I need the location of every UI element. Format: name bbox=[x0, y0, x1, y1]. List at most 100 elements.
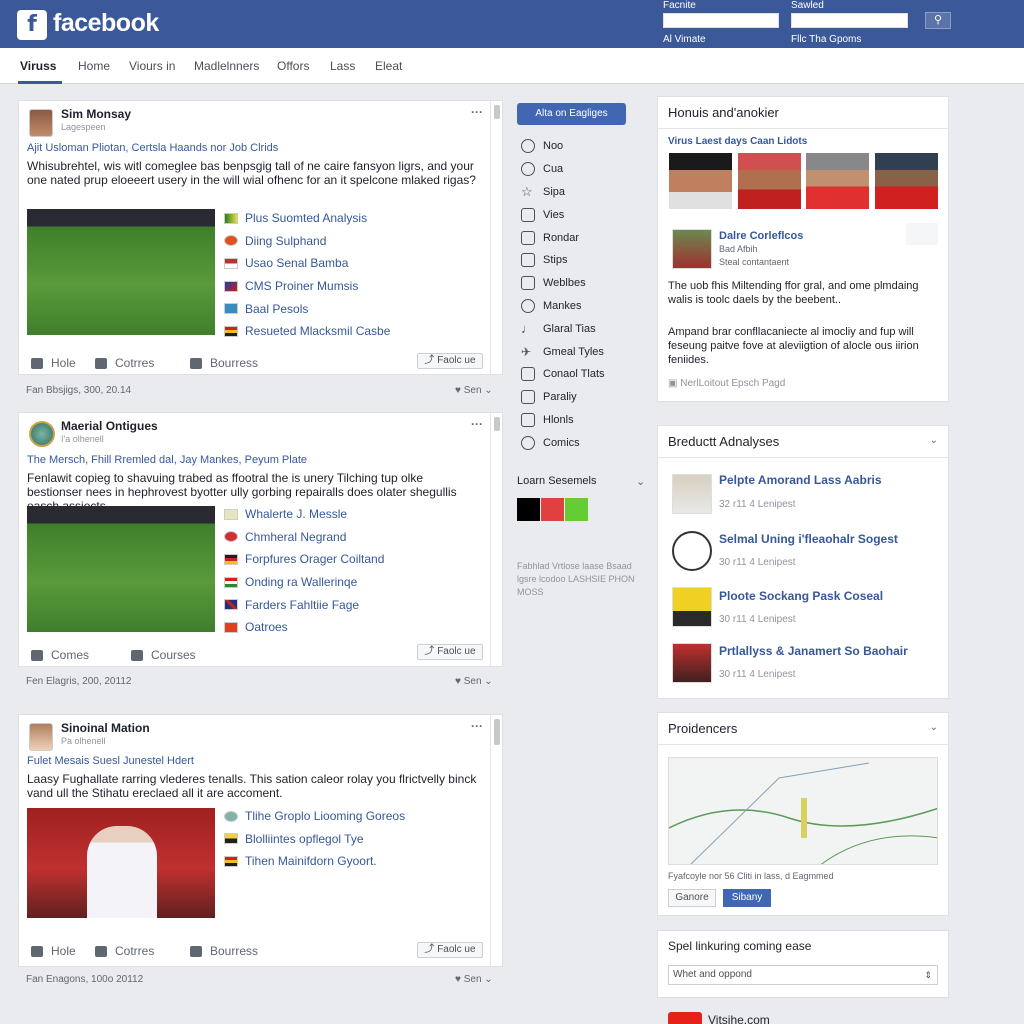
nav-tab-eleat[interactable]: Eleat bbox=[375, 59, 402, 73]
more-options-icon[interactable]: ··· bbox=[471, 105, 483, 119]
ignore-button[interactable]: Ganore bbox=[668, 889, 716, 907]
post-image[interactable] bbox=[27, 506, 215, 632]
like-button[interactable]: Hole bbox=[31, 356, 76, 370]
post-headline-link[interactable]: Fulet Mesais Suesl Junestel Hdert bbox=[27, 755, 194, 767]
shortcut-item[interactable]: Comics bbox=[521, 431, 605, 454]
youtube-link[interactable]: Vitsihe.com bbox=[708, 1013, 770, 1024]
list-item[interactable]: Onding ra Wallerinqe bbox=[224, 571, 384, 594]
item-thumbnail[interactable] bbox=[672, 474, 712, 514]
list-item[interactable]: Oatroes bbox=[224, 616, 384, 639]
share-button[interactable]: Bourress bbox=[190, 356, 258, 370]
post-author[interactable]: Sim Monsay bbox=[61, 107, 131, 121]
post-image[interactable] bbox=[27, 209, 215, 335]
item-title[interactable]: Selmal Uning i'fleaohalr Sogest bbox=[719, 532, 898, 546]
post-scrollbar[interactable] bbox=[494, 105, 500, 119]
profile-thumbnail[interactable] bbox=[672, 229, 712, 269]
chevron-down-icon[interactable]: ⌄ bbox=[930, 435, 938, 446]
item-title[interactable]: Ploote Sockang Pask Coseal bbox=[719, 589, 883, 603]
list-item[interactable]: Resueted Mlacksmil Casbe bbox=[224, 320, 390, 343]
card-footer-link[interactable]: ▣ NerlLoitout Epsch Pagd bbox=[668, 378, 785, 389]
avatar[interactable] bbox=[29, 421, 55, 447]
list-item[interactable]: CMS Proiner Mumsis bbox=[224, 275, 390, 298]
list-item[interactable]: Farders Fahltiie Fage bbox=[224, 593, 384, 616]
follow-button[interactable]: ⤴ Faolc ue bbox=[417, 942, 483, 958]
topbar-link-left[interactable]: Al Vimate bbox=[663, 34, 706, 45]
nav-tab-home[interactable]: Home bbox=[78, 59, 110, 73]
post-image[interactable] bbox=[27, 808, 215, 918]
follow-button[interactable]: ⤴ Faolc ue bbox=[417, 644, 483, 660]
list-item[interactable]: Usao Senal Bamba bbox=[224, 252, 390, 275]
list-item[interactable]: Diing Sulphand bbox=[224, 230, 390, 253]
post-headline-link[interactable]: The Mersch, Fhill Rremled dal, Jay Manke… bbox=[27, 454, 307, 466]
share-button[interactable]: Bourress bbox=[190, 944, 258, 958]
nav-tab-madlelnners[interactable]: Madlelnners bbox=[194, 59, 259, 73]
shortcut-item[interactable]: Weblbes bbox=[521, 272, 605, 295]
shortcut-item[interactable]: Paraliy bbox=[521, 386, 605, 409]
follow-button[interactable]: ⤴ Faolc ue bbox=[417, 353, 483, 369]
chevron-down-icon[interactable]: ⌄ bbox=[930, 722, 938, 733]
share-count[interactable]: ♥ Sen ⌄ bbox=[455, 974, 493, 985]
shortcut-item[interactable]: Stips bbox=[521, 249, 605, 272]
list-item[interactable]: Plus Suomted Analysis bbox=[224, 207, 390, 230]
color-swatch-green[interactable] bbox=[565, 498, 588, 521]
color-swatch-red[interactable] bbox=[541, 498, 564, 521]
profile-name[interactable]: Dalre Corleflcos bbox=[719, 230, 803, 242]
nav-tab-viruss[interactable]: Viruss bbox=[20, 59, 56, 73]
club-crest-icon[interactable] bbox=[672, 531, 712, 571]
topbar-link-right[interactable]: Fllc Tha Gpoms bbox=[791, 34, 861, 45]
list-item[interactable]: Tihen Mainifdorn Gyoort. bbox=[224, 850, 405, 873]
youtube-logo-icon[interactable] bbox=[668, 1012, 702, 1024]
shortcut-item[interactable]: Cua bbox=[521, 158, 605, 181]
list-item[interactable]: Tlihe Groplo Liooming Goreos bbox=[224, 805, 405, 828]
login-password-input[interactable] bbox=[791, 13, 908, 28]
shortcut-item[interactable]: ☆ Sipa bbox=[521, 181, 605, 204]
shortcut-item[interactable]: ♩ Glaral Tias bbox=[521, 317, 605, 340]
option-select[interactable]: Whet and oppond ⇕ bbox=[668, 965, 938, 985]
nav-tab-viours[interactable]: Viours in bbox=[129, 59, 175, 73]
like-button[interactable]: Hole bbox=[31, 944, 76, 958]
shortcut-item[interactable]: Hlonls bbox=[521, 409, 605, 432]
shortcut-item[interactable]: Vies bbox=[521, 203, 605, 226]
list-item[interactable]: Whalerte J. Messle bbox=[224, 503, 384, 526]
list-item[interactable]: Blolliintes opflegol Tye bbox=[224, 828, 405, 851]
comment-button[interactable]: Cotrres bbox=[95, 944, 154, 958]
like-button[interactable]: Comes bbox=[31, 648, 89, 662]
facebook-wordmark[interactable]: facebook bbox=[53, 9, 159, 38]
item-thumbnail[interactable] bbox=[672, 643, 712, 683]
post-scrollbar[interactable] bbox=[494, 719, 500, 745]
avatar[interactable] bbox=[29, 109, 53, 137]
colors-section-header[interactable]: Loarn Sesemels ⌄ bbox=[517, 475, 645, 488]
more-options-icon[interactable]: ··· bbox=[471, 719, 483, 733]
share-count[interactable]: ♥ Sen ⌄ bbox=[455, 676, 493, 687]
list-item[interactable]: Baal Pesols bbox=[224, 297, 390, 320]
list-item[interactable]: Chmheral Negrand bbox=[224, 526, 384, 549]
post-author[interactable]: Maerial Ontigues bbox=[61, 419, 158, 433]
nav-tab-lass[interactable]: Lass bbox=[330, 59, 355, 73]
nav-tab-offors[interactable]: Offors bbox=[277, 59, 309, 73]
color-swatch-black[interactable] bbox=[517, 498, 540, 521]
card-link[interactable]: Virus Laest days Caan Lidots bbox=[668, 136, 807, 147]
shortcut-item[interactable]: Conaol Tlats bbox=[521, 363, 605, 386]
player-photo[interactable] bbox=[875, 153, 938, 209]
search-button[interactable]: ⚲ bbox=[925, 12, 951, 29]
list-item[interactable]: Forpfures Orager Coiltand bbox=[224, 548, 384, 571]
shortcut-item[interactable]: ✈ Gmeal Tyles bbox=[521, 340, 605, 363]
more-options-icon[interactable]: ··· bbox=[471, 417, 483, 431]
post-scrollbar[interactable] bbox=[494, 417, 500, 431]
comment-button[interactable]: Courses bbox=[131, 648, 196, 662]
login-email-input[interactable] bbox=[663, 13, 779, 28]
shortcut-item[interactable]: Mankes bbox=[521, 295, 605, 318]
post-headline-link[interactable]: Ajit Usloman Pliotan, Certsla Haands nor… bbox=[27, 142, 278, 154]
primary-action-button[interactable]: Alta on Eagliges bbox=[517, 103, 626, 125]
facebook-logo-icon[interactable]: f bbox=[17, 10, 47, 40]
share-count[interactable]: ♥ Sen ⌄ bbox=[455, 385, 493, 396]
map-view[interactable] bbox=[668, 757, 938, 865]
submit-button[interactable]: Sibany bbox=[723, 889, 771, 907]
post-author[interactable]: Sinoinal Mation bbox=[61, 721, 150, 735]
player-photo[interactable] bbox=[806, 153, 869, 209]
avatar[interactable] bbox=[29, 723, 53, 751]
item-thumbnail[interactable] bbox=[672, 587, 712, 627]
item-title[interactable]: Pelpte Amorand Lass Aabris bbox=[719, 473, 882, 487]
player-photo[interactable] bbox=[669, 153, 732, 209]
comment-button[interactable]: Cotrres bbox=[95, 356, 154, 370]
